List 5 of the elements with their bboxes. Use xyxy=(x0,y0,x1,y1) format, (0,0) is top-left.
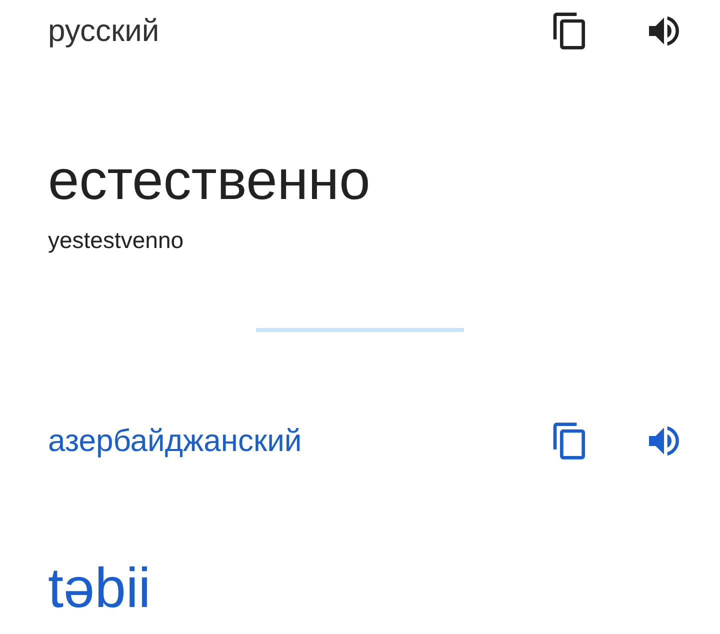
target-language-label: азербайджанский xyxy=(48,423,302,459)
target-word: təbii xyxy=(48,556,152,620)
source-language-label: русский xyxy=(48,13,160,49)
transliteration: yestestvenno xyxy=(48,227,185,254)
source-word: естественно xyxy=(48,148,372,212)
